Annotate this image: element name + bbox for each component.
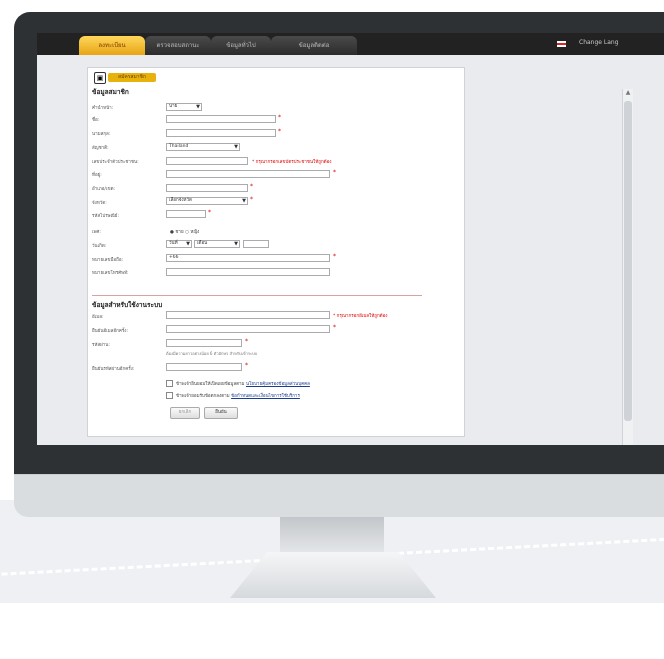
chevron-down-icon: ▼ xyxy=(186,241,190,247)
title-select[interactable]: นาย ▼ xyxy=(166,103,202,111)
monitor-chin xyxy=(14,474,664,517)
tab-register[interactable]: ลงทะเบียน xyxy=(79,36,145,55)
reset-button[interactable]: ยกเลิก xyxy=(170,407,200,419)
birth-month-value: เดือน xyxy=(197,241,208,246)
chevron-down-icon: ▼ xyxy=(242,198,246,204)
birthday-label: วันเกิด: xyxy=(92,244,107,249)
section-divider xyxy=(92,295,422,296)
scroll-up-icon[interactable]: ▲ xyxy=(623,89,633,96)
consent-privacy-checkbox[interactable]: ข้าพเจ้ายินยอมให้เปิดเผยข้อมูลตาม นโยบาย… xyxy=(166,380,310,387)
scroll-down-icon[interactable]: ▼ xyxy=(623,444,633,445)
required-mark: * xyxy=(250,183,253,190)
thai-flag-icon[interactable] xyxy=(557,41,566,47)
firstname-input[interactable] xyxy=(166,115,276,123)
email-confirm-label: ยืนยันอีเมลอีกครั้ง: xyxy=(92,329,128,334)
terms-link[interactable]: ข้อกำหนดและเงื่อนไขการใช้บริการ xyxy=(231,394,300,399)
zip-label: รหัสไปรษณีย์: xyxy=(92,214,119,219)
page-content: ▲ ▼ xyxy=(37,55,664,445)
email-input[interactable] xyxy=(166,311,330,319)
email-confirm-input[interactable] xyxy=(166,325,330,333)
submit-button[interactable]: ยืนยัน xyxy=(204,407,238,419)
mobile-label: หมายเลขมือถือ: xyxy=(92,258,124,263)
password-confirm-input[interactable] xyxy=(166,363,242,371)
section-member-info-title: ข้อมูลสมาชิก xyxy=(92,88,129,96)
nationality-select[interactable]: Thailand ▼ xyxy=(166,143,240,151)
phone-label: หมายเลขโทรศัพท์: xyxy=(92,271,129,276)
password-help: ต้องมีความยาวอย่างน้อย 6 ตัวอักษร สำหรับ… xyxy=(166,351,258,356)
scrollbar-thumb[interactable] xyxy=(624,101,632,421)
nationality-select-value: Thailand xyxy=(169,144,189,149)
required-mark: * xyxy=(278,128,281,135)
password-label: รหัสผ่าน: xyxy=(92,343,110,348)
birth-month-select[interactable]: เดือน ▼ xyxy=(194,240,240,248)
checkbox-icon xyxy=(166,380,173,387)
required-mark: * xyxy=(333,169,336,176)
chevron-down-icon: ▼ xyxy=(196,104,200,110)
change-language-link[interactable]: Change Lang xyxy=(579,39,619,46)
required-mark: * xyxy=(278,114,281,121)
birth-day-value: วันที่ xyxy=(169,241,178,246)
district-label: อำเภอ/เขต: xyxy=(92,187,116,192)
bus-icon: ▣ xyxy=(94,72,106,84)
required-mark: * xyxy=(333,324,336,331)
register-badge: สมัครสมาชิก xyxy=(108,73,156,82)
title-select-value: นาย xyxy=(169,104,178,109)
form-header: ▣ สมัครสมาชิก xyxy=(94,72,156,84)
tab-general-info[interactable]: ข้อมูลทั่วไป xyxy=(211,36,271,55)
nationality-label: สัญชาติ: xyxy=(92,146,109,151)
password-input[interactable] xyxy=(166,339,242,347)
address-label: ที่อยู่: xyxy=(92,173,102,178)
gender-radio-group[interactable]: ● ชาย ○ หญิง xyxy=(170,228,199,235)
address-input[interactable] xyxy=(166,170,330,178)
monitor-screen: ลงทะเบียน ตรวจสอบสถานะ ข้อมูลทั่วไป ข้อม… xyxy=(37,33,664,445)
zip-input[interactable] xyxy=(166,210,206,218)
lastname-label: นามสกุล: xyxy=(92,132,111,137)
gender-label: เพศ: xyxy=(92,230,101,235)
required-mark: * xyxy=(245,362,248,369)
birth-day-select[interactable]: วันที่ ▼ xyxy=(166,240,192,248)
required-mark: * xyxy=(333,253,336,260)
password-confirm-label: ยืนยันรหัสผ่านอีกครั้ง: xyxy=(92,367,135,372)
birth-year-input[interactable] xyxy=(243,240,269,248)
idcard-label: เลขประจำตัวประชาชน: xyxy=(92,160,139,165)
required-mark: * xyxy=(208,209,211,216)
chevron-down-icon: ▼ xyxy=(234,241,238,247)
required-mark: * xyxy=(245,338,248,345)
lastname-input[interactable] xyxy=(166,129,276,137)
firstname-label: ชื่อ: xyxy=(92,118,100,123)
required-mark: * xyxy=(250,196,253,203)
phone-input[interactable] xyxy=(166,268,330,276)
vertical-scrollbar[interactable]: ▲ ▼ xyxy=(622,89,633,445)
consent-terms-text: ข้าพเจ้ายอมรับข้อตกลงตาม xyxy=(176,394,230,399)
province-label: จังหวัด: xyxy=(92,201,107,206)
email-note: * กรุณากรอกอีเมลให้ถูกต้อง xyxy=(333,314,388,319)
province-select-value: เลือกจังหวัด xyxy=(169,198,192,203)
checkbox-icon xyxy=(166,392,173,399)
mobile-input-value: +66 xyxy=(169,255,179,260)
consent-privacy-text: ข้าพเจ้ายินยอมให้เปิดเผยข้อมูลตาม xyxy=(176,382,245,387)
province-select[interactable]: เลือกจังหวัด ▼ xyxy=(166,197,248,205)
tab-check-status[interactable]: ตรวจสอบสถานะ xyxy=(145,36,211,55)
consent-terms-checkbox[interactable]: ข้าพเจ้ายอมรับข้อตกลงตาม ข้อกำหนดและเงื่… xyxy=(166,392,300,399)
tab-contact[interactable]: ข้อมูลติดต่อ xyxy=(271,36,357,55)
chevron-down-icon: ▼ xyxy=(234,144,238,150)
mobile-input[interactable]: +66 xyxy=(166,254,330,262)
idcard-input[interactable] xyxy=(166,157,248,165)
top-nav-bar: ลงทะเบียน ตรวจสอบสถานะ ข้อมูลทั่วไป ข้อม… xyxy=(37,33,664,55)
district-input[interactable] xyxy=(166,184,248,192)
monitor-stand-neck xyxy=(280,516,384,556)
privacy-policy-link[interactable]: นโยบายคุ้มครองข้อมูลส่วนบุคคล xyxy=(246,382,310,387)
section-account-title: ข้อมูลสำหรับใช้งานระบบ xyxy=(92,301,163,309)
email-label: อีเมล: xyxy=(92,315,104,320)
idcard-note: * กรุณากรอกเลขบัตรประชาชนให้ถูกต้อง xyxy=(252,160,332,165)
title-label: คำนำหน้า: xyxy=(92,106,114,111)
